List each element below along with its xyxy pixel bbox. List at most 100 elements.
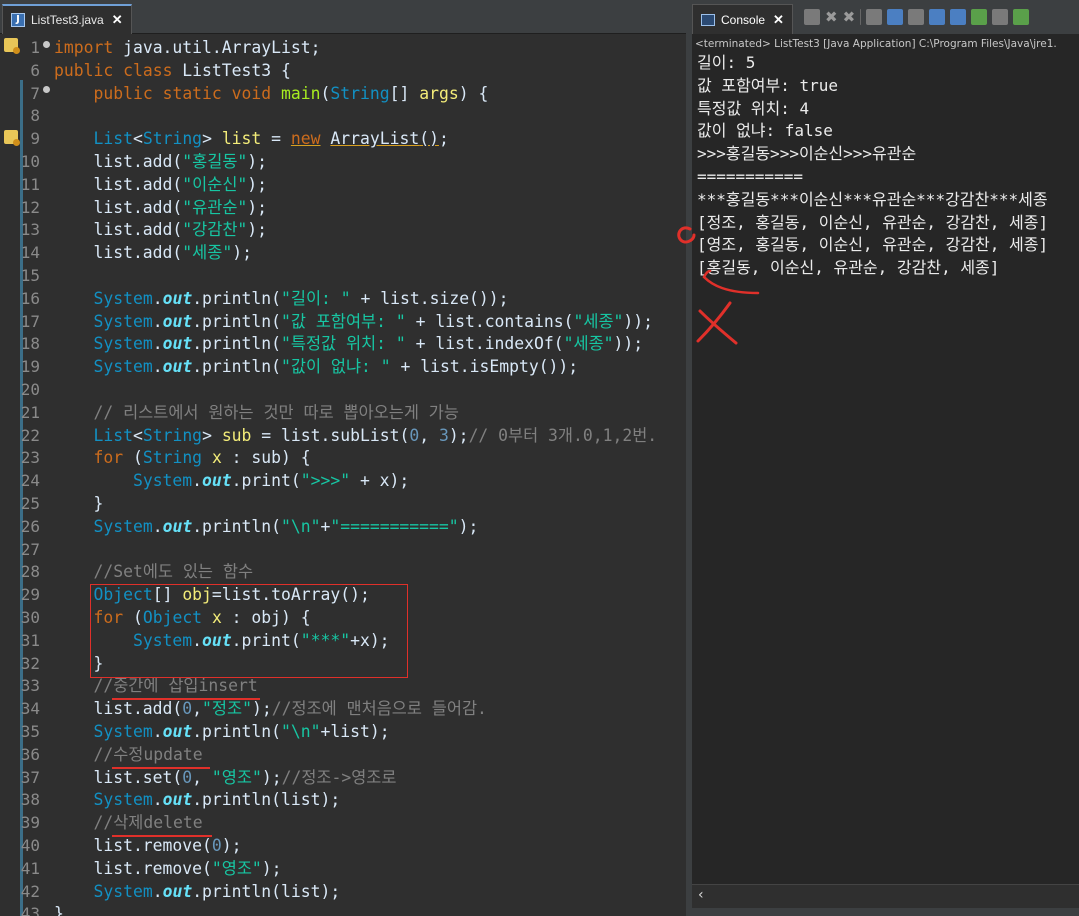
- line-number: 31: [20, 630, 40, 650]
- console-output-line: ===========: [697, 167, 803, 186]
- code-line[interactable]: list.add("세종");: [54, 242, 251, 265]
- code-line[interactable]: //수정update: [54, 744, 202, 767]
- code-line[interactable]: }: [54, 493, 103, 516]
- open-console-icon[interactable]: [1013, 9, 1030, 25]
- console-output-line: 특정값 위치: 4: [697, 98, 810, 118]
- line-number: 8: [30, 106, 40, 126]
- code-line[interactable]: System.out.print(">>>" + x);: [54, 470, 409, 493]
- clear-console-icon[interactable]: [866, 9, 883, 25]
- line-number: 7: [30, 83, 40, 103]
- line-number: 27: [20, 539, 40, 559]
- code-line[interactable]: System.out.println("길이: " + list.size())…: [54, 288, 508, 311]
- line-number: 11: [20, 174, 40, 194]
- line-number: 24: [20, 471, 40, 491]
- warning-icon[interactable]: [4, 130, 20, 146]
- warning-icon[interactable]: [4, 38, 20, 54]
- line-number: 38: [20, 790, 40, 810]
- console-bottom-edge: [692, 908, 1079, 916]
- scroll-left-icon[interactable]: ‹: [698, 887, 704, 903]
- annotation-underline: [112, 698, 260, 700]
- console-output-line: 값이 없냐: false: [697, 121, 833, 141]
- code-line[interactable]: // 리스트에서 원하는 것만 따로 뽑아오는게 가능: [54, 402, 458, 425]
- code-line[interactable]: System.out.println("\n"+"===========");: [54, 516, 478, 539]
- console-toolbar: ✖ ✖: [804, 7, 1030, 27]
- close-icon[interactable]: ✕: [773, 12, 784, 28]
- handwritten-annotation: [677, 226, 760, 345]
- code-line[interactable]: }: [54, 903, 64, 916]
- code-area[interactable]: import java.util.ArrayList; public class …: [54, 34, 686, 916]
- code-line[interactable]: list.set(0, "영조");//정조->영조로: [54, 767, 396, 790]
- toolbar-separator: [860, 9, 862, 25]
- fold-icon[interactable]: [43, 86, 50, 93]
- gutter-markers: [0, 34, 20, 916]
- line-number: 30: [20, 608, 40, 627]
- annotation-highlight-box: [90, 584, 408, 678]
- line-number: 28: [20, 562, 40, 582]
- line-number: 41: [20, 858, 40, 878]
- show-on-stdout-icon[interactable]: [929, 9, 946, 25]
- close-icon[interactable]: ✕: [112, 12, 123, 28]
- code-line[interactable]: for (String x : sub) {: [54, 447, 310, 470]
- tab-listtest3-java[interactable]: J ListTest3.java ✕: [2, 4, 132, 34]
- line-number: 32: [20, 653, 40, 673]
- code-line[interactable]: System.out.println(list);: [54, 789, 340, 812]
- code-line[interactable]: //삭제delete: [54, 812, 202, 835]
- code-line[interactable]: public static void main(String[] args) {: [54, 83, 488, 106]
- line-number: 19: [20, 357, 40, 377]
- code-line[interactable]: System.out.println("\n"+list);: [54, 721, 389, 744]
- console-output[interactable]: 길이: 5 값 포함여부: true 특정값 위치: 4 값이 없냐: false >>…: [692, 52, 1079, 884]
- fold-icon[interactable]: [43, 41, 50, 48]
- line-number: 6: [30, 60, 40, 80]
- line-number: 9: [30, 129, 40, 149]
- code-line[interactable]: List<String> sub = list.subList(0, 3);//…: [54, 425, 657, 448]
- line-number: 36: [20, 744, 40, 764]
- code-line[interactable]: import java.util.ArrayList;: [54, 37, 320, 60]
- console-icon: [701, 13, 715, 26]
- line-number: 23: [20, 448, 40, 468]
- line-number: 33: [20, 676, 40, 696]
- code-line[interactable]: list.add(0,"정조");//정조에 맨처음으로 들어감.: [54, 698, 486, 721]
- line-number: 10: [20, 152, 40, 171]
- code-line[interactable]: System.out.println(list);: [54, 881, 340, 904]
- line-number: 43: [20, 904, 40, 916]
- code-line[interactable]: list.remove("영조");: [54, 858, 281, 881]
- remove-all-terminated-icon[interactable]: ✖: [843, 8, 856, 26]
- code-line[interactable]: //Set에도 있는 함수: [54, 561, 253, 584]
- display-console-icon[interactable]: [992, 9, 1009, 25]
- console-output-line: 값 포함여부: true: [697, 75, 839, 95]
- tab-console[interactable]: Console ✕: [692, 4, 793, 34]
- code-line[interactable]: list.remove(0);: [54, 835, 241, 858]
- line-number: 17: [20, 311, 40, 331]
- editor-tab-bar: J ListTest3.java ✕: [0, 0, 686, 34]
- scroll-lock-icon[interactable]: [887, 9, 904, 25]
- code-line[interactable]: list.add("강감찬");: [54, 219, 267, 242]
- line-number: 13: [20, 220, 40, 240]
- word-wrap-icon[interactable]: [908, 9, 925, 25]
- tab-label: ListTest3.java: [31, 13, 104, 27]
- code-line[interactable]: System.out.println("값 포함여부: " + list.con…: [54, 311, 653, 334]
- code-line[interactable]: System.out.println("특정값 위치: " + list.ind…: [54, 333, 643, 356]
- code-line[interactable]: public class ListTest3 {: [54, 60, 291, 83]
- code-line[interactable]: list.add("홍길동");: [54, 151, 267, 174]
- console-view: Console ✕ ✖ ✖ <terminated> ListTest3 [Ja…: [692, 0, 1079, 916]
- code-line[interactable]: list.add("유관순");: [54, 197, 267, 220]
- code-line[interactable]: System.out.println("값이 없냐: " + list.isEm…: [54, 356, 578, 379]
- annotation-underline: [112, 835, 212, 837]
- show-on-stderr-icon[interactable]: [950, 9, 967, 25]
- line-number: 39: [20, 813, 40, 833]
- line-number: 22: [20, 425, 40, 445]
- code-editor[interactable]: J ListTest3.java ✕ 1 6 7 8 9 10 11 12 13 14 15 16 17…: [0, 0, 686, 916]
- line-number: 16: [20, 288, 40, 308]
- code-line[interactable]: list.add("이순신");: [54, 174, 267, 197]
- line-number: 26: [20, 516, 40, 536]
- line-number: 35: [20, 722, 40, 741]
- code-line[interactable]: //중간에 삽입insert: [54, 675, 257, 698]
- line-number: 21: [20, 402, 40, 422]
- terminate-icon[interactable]: [804, 9, 820, 25]
- pin-console-icon[interactable]: [971, 9, 988, 25]
- code-line[interactable]: List<String> list = new ArrayList();: [54, 128, 448, 151]
- horizontal-scrollbar[interactable]: ‹: [692, 884, 1079, 908]
- remove-launch-icon[interactable]: ✖: [825, 8, 838, 26]
- console-output-line: ***홍길동***이순신***유관순***강감찬***세종: [697, 189, 1048, 209]
- line-number: 34: [20, 699, 40, 719]
